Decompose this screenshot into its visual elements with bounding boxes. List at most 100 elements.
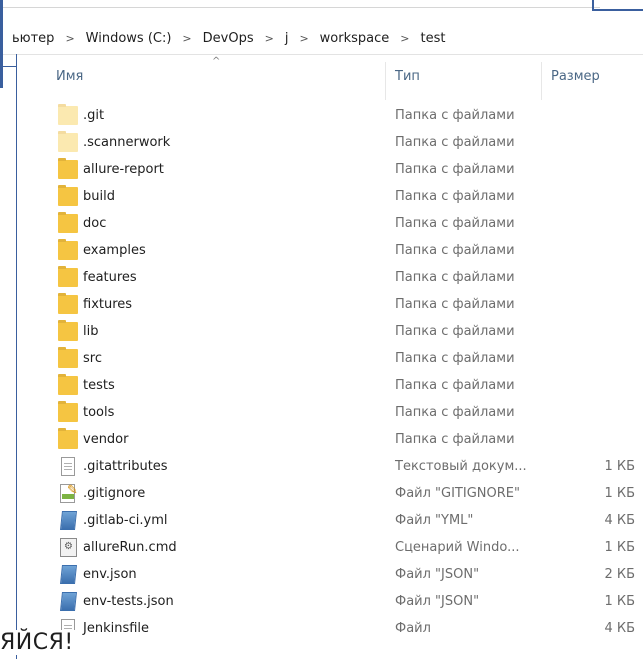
file-name: tools — [83, 405, 115, 420]
blue-doc-icon — [60, 565, 77, 584]
chevron-right-icon[interactable]: > — [290, 32, 317, 45]
file-name: features — [83, 270, 137, 285]
file-size: 1 КБ — [604, 459, 635, 474]
overlay-caption: ЯЙСЯ! — [0, 630, 76, 655]
folder-icon — [58, 347, 78, 368]
list-item[interactable]: tests Папка с файлами — [0, 372, 643, 399]
file-type: Папка с файлами — [395, 324, 515, 339]
file-name: lib — [83, 324, 99, 339]
list-item[interactable]: .git Папка с файлами — [0, 102, 643, 129]
breadcrumb-item-workspace[interactable]: workspace — [318, 31, 392, 46]
blue-doc-icon — [60, 511, 77, 530]
breadcrumb: ьютер > Windows (C:) > DevOps > j > work… — [0, 31, 447, 46]
folder-icon — [58, 158, 78, 179]
list-item[interactable]: allure-report Папка с файлами — [0, 156, 643, 183]
chevron-right-icon[interactable]: > — [391, 32, 418, 45]
list-item[interactable]: env-tests.json Файл "JSON" 1 КБ — [0, 588, 643, 615]
folder-icon — [58, 428, 78, 449]
file-size: 1 КБ — [604, 486, 635, 501]
gitignore-file-icon — [60, 477, 78, 504]
file-type: Сценарий Windo... — [395, 540, 520, 555]
list-item[interactable]: fixtures Папка с файлами — [0, 291, 643, 318]
file-size: 4 КБ — [604, 621, 635, 636]
file-name: tests — [83, 378, 115, 393]
window-top-edge — [0, 0, 643, 11]
file-name: examples — [83, 243, 146, 258]
file-type: Файл "JSON" — [395, 594, 480, 609]
blue-doc-icon — [60, 592, 77, 611]
top-divider — [0, 7, 600, 8]
file-size: 1 КБ — [604, 594, 635, 609]
list-item[interactable]: .gitlab-ci.yml Файл "YML" 4 КБ — [0, 507, 643, 534]
list-item[interactable]: env.json Файл "JSON" 2 КБ — [0, 561, 643, 588]
file-type: Папка с файлами — [395, 135, 515, 150]
file-list: .git Папка с файлами .scannerwork Папка с ф… — [0, 102, 643, 642]
folder-icon — [58, 401, 78, 422]
list-item[interactable]: examples Папка с файлами — [0, 237, 643, 264]
file-type: Папка с файлами — [395, 297, 515, 312]
file-type: Папка с файлами — [395, 378, 515, 393]
cmd-file-icon — [60, 533, 77, 560]
file-name: allureRun.cmd — [83, 540, 177, 555]
list-item[interactable]: .scannerwork Папка с файлами — [0, 129, 643, 156]
list-item[interactable]: .gitignore Файл "GITIGNORE" 1 КБ — [0, 477, 643, 507]
file-type: Папка с файлами — [395, 270, 515, 285]
file-name: Jenkinsfile — [83, 621, 150, 636]
file-name: .scannerwork — [83, 135, 171, 150]
column-resize-handle[interactable] — [541, 62, 542, 100]
folder-icon — [58, 266, 78, 287]
file-type: Папка с файлами — [395, 432, 515, 447]
chevron-right-icon[interactable]: > — [173, 32, 200, 45]
file-type: Текстовый докум... — [395, 459, 527, 474]
file-name: vendor — [83, 432, 129, 447]
file-type: Файл "GITIGNORE" — [395, 486, 520, 501]
list-item[interactable]: allureRun.cmd Сценарий Windo... 1 КБ — [0, 533, 643, 561]
column-header-type[interactable]: Тип — [395, 69, 420, 84]
file-name: doc — [83, 216, 107, 231]
breadcrumb-item-drive[interactable]: Windows (C:) — [84, 31, 174, 46]
file-size: 2 КБ — [604, 567, 635, 582]
file-name: allure-report — [83, 162, 164, 177]
list-item[interactable]: doc Папка с файлами — [0, 210, 643, 237]
folder-icon — [58, 374, 78, 395]
address-bar[interactable]: ьютер > Windows (C:) > DevOps > j > work… — [0, 0, 643, 88]
file-size: 4 КБ — [604, 513, 635, 528]
column-header-name[interactable]: Имя — [56, 69, 83, 84]
file-type: Файл "YML" — [395, 513, 474, 528]
list-item[interactable]: tools Папка с файлами — [0, 399, 643, 426]
column-header-size[interactable]: Размер — [551, 69, 600, 84]
folder-icon — [58, 212, 78, 233]
folder-icon — [58, 239, 78, 260]
file-type: Папка с файлами — [395, 189, 515, 204]
column-header-row: ^ Имя Тип Размер — [0, 54, 643, 100]
file-type: Файл — [395, 621, 431, 636]
folder-icon — [58, 320, 78, 341]
column-resize-handle[interactable] — [385, 62, 386, 100]
breadcrumb-item-devops[interactable]: DevOps — [201, 31, 256, 46]
file-name: build — [83, 189, 115, 204]
chevron-right-icon[interactable]: > — [56, 32, 83, 45]
file-type: Папка с файлами — [395, 108, 515, 123]
breadcrumb-item-j[interactable]: j — [283, 31, 291, 46]
breadcrumb-item-computer[interactable]: ьютер — [10, 31, 56, 46]
list-item[interactable]: build Папка с файлами — [0, 183, 643, 210]
list-item[interactable]: Jenkinsfile Файл 4 КБ — [0, 615, 643, 642]
list-item[interactable]: src Папка с файлами — [0, 345, 643, 372]
folder-faded-icon — [58, 131, 78, 152]
list-item[interactable]: .gitattributes Текстовый докум... 1 КБ — [0, 453, 643, 480]
file-type: Папка с файлами — [395, 216, 515, 231]
text-file-icon — [61, 457, 75, 476]
file-name: .gitignore — [83, 486, 146, 501]
list-item[interactable]: vendor Папка с файлами — [0, 426, 643, 453]
folder-icon — [58, 293, 78, 314]
chevron-right-icon[interactable]: > — [256, 32, 283, 45]
folder-icon — [58, 185, 78, 206]
list-item[interactable]: features Папка с файлами — [0, 264, 643, 291]
file-name: fixtures — [83, 297, 133, 312]
list-item[interactable]: lib Папка с файлами — [0, 318, 643, 345]
file-name: .gitlab-ci.yml — [83, 513, 168, 528]
file-name: env.json — [83, 567, 137, 582]
breadcrumb-item-test[interactable]: test — [419, 31, 448, 46]
file-type: Папка с файлами — [395, 405, 515, 420]
file-type: Папка с файлами — [395, 162, 515, 177]
